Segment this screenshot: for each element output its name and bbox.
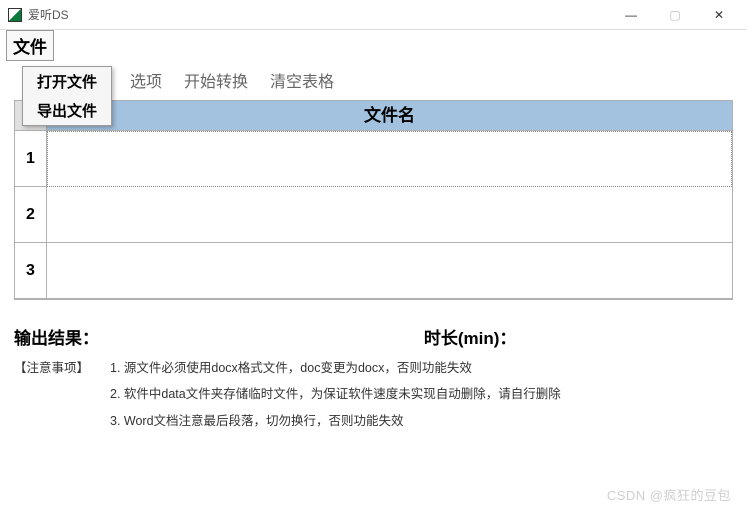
file-table: 文件名 1 2 3: [14, 100, 733, 300]
row-number[interactable]: 3: [15, 243, 47, 299]
row-cell[interactable]: [47, 187, 732, 243]
row-cell[interactable]: [47, 243, 732, 299]
table-row[interactable]: 3: [15, 243, 732, 299]
header-filename[interactable]: 文件名: [47, 101, 732, 131]
menu-export-file[interactable]: 导出文件: [23, 96, 111, 125]
note-3: 3. Word文档注意最后段落，切勿换行，否则功能失效: [110, 408, 404, 434]
titlebar: 爱听DS — ▢ ✕: [0, 0, 747, 30]
toolbar-start-convert[interactable]: 开始转换: [184, 68, 248, 92]
row-cell[interactable]: [47, 131, 732, 187]
toolbar-clear-table[interactable]: 清空表格: [270, 68, 334, 92]
toolbar: 选项 开始转换 清空表格: [0, 60, 747, 100]
duration-label: 时长(min)：: [424, 324, 517, 349]
maximize-button[interactable]: ▢: [667, 7, 683, 23]
window-title: 爱听DS: [28, 6, 623, 23]
menu-file[interactable]: 文件: [6, 30, 54, 61]
notes-tag: 【注意事项】: [14, 355, 110, 381]
menubar: 文件: [0, 30, 747, 60]
note-2: 2. 软件中data文件夹存储临时文件，为保证软件速度未实现自动删除，请自行删除: [110, 381, 561, 407]
row-number[interactable]: 1: [15, 131, 47, 187]
close-button[interactable]: ✕: [711, 7, 727, 23]
notes-section: 【注意事项】 1. 源文件必须使用docx格式文件，doc变更为docx，否则功…: [14, 355, 733, 434]
minimize-button[interactable]: —: [623, 7, 639, 23]
output-label: 输出结果：: [14, 324, 424, 349]
table-row[interactable]: 1: [15, 131, 732, 187]
table-row[interactable]: 2: [15, 187, 732, 243]
toolbar-options-partial[interactable]: 选项: [130, 68, 162, 92]
window-controls: — ▢ ✕: [623, 7, 739, 23]
watermark: CSDN @疯狂的豆包: [607, 485, 731, 504]
labels-row: 输出结果： 时长(min)：: [14, 324, 733, 349]
table-header-row: 文件名: [15, 101, 732, 131]
note-1: 1. 源文件必须使用docx格式文件，doc变更为docx，否则功能失效: [110, 355, 472, 381]
file-dropdown: 打开文件 导出文件: [22, 66, 112, 126]
app-icon: [8, 8, 22, 22]
menu-open-file[interactable]: 打开文件: [23, 67, 111, 96]
row-number[interactable]: 2: [15, 187, 47, 243]
